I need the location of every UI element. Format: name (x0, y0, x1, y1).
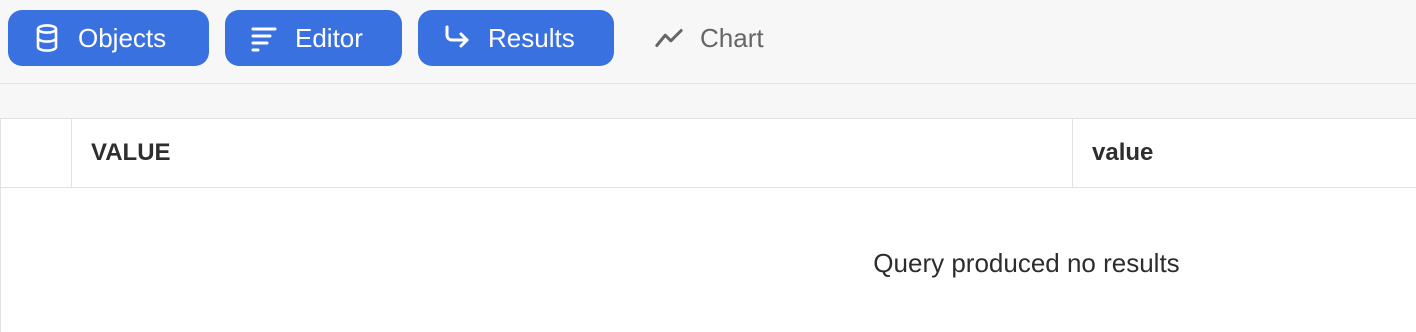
results-subbar (0, 84, 1416, 118)
column-header-label: value (1092, 139, 1154, 166)
tab-objects[interactable]: Objects (8, 10, 209, 66)
table-header: VALUE value (1, 119, 1416, 188)
row-number-header (1, 119, 72, 187)
column-header-value-upper[interactable]: VALUE (72, 119, 1073, 187)
column-header-label: VALUE (91, 139, 171, 166)
tab-editor-label: Editor (295, 22, 363, 53)
tab-editor[interactable]: Editor (225, 10, 402, 66)
tab-results-label: Results (488, 22, 575, 53)
empty-results-message: Query produced no results (873, 248, 1180, 278)
database-icon (32, 23, 62, 53)
column-header-value-lower[interactable]: value (1073, 119, 1416, 187)
tab-chart-label: Chart (700, 22, 764, 53)
tab-results[interactable]: Results (418, 10, 614, 66)
results-table: VALUE value Query produced no results (0, 118, 1416, 332)
tab-chart[interactable]: Chart (630, 10, 800, 66)
line-chart-icon (654, 23, 684, 53)
arrow-return-icon (442, 23, 472, 53)
tab-objects-label: Objects (78, 22, 167, 53)
lines-icon (249, 23, 279, 53)
toolbar: Objects Editor Results Chart (0, 0, 1416, 84)
